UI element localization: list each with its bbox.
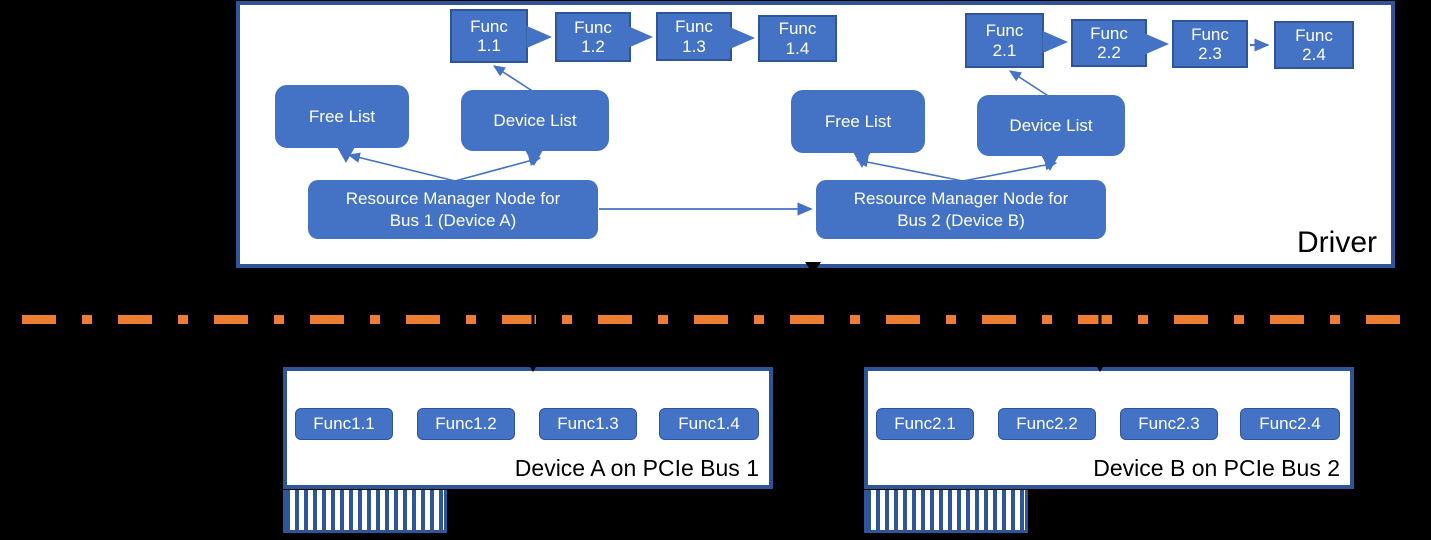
driver-func-1-1[interactable]: Func 1.1 xyxy=(450,9,528,63)
driver-func-2-4[interactable]: Func 2.4 xyxy=(1274,21,1354,69)
bus1-device-list-label: Device List xyxy=(493,110,577,130)
driver-func-2-1[interactable]: Func 2.1 xyxy=(965,13,1044,68)
bubble-tail xyxy=(853,152,871,168)
device-a-func-2[interactable]: Func1.2 xyxy=(417,408,515,440)
hardware-boundary-separator xyxy=(22,315,1420,324)
bus2-free-list-node[interactable]: Free List xyxy=(791,90,925,168)
bubble-tail xyxy=(1041,155,1059,171)
bus1-free-list-node[interactable]: Free List xyxy=(275,85,409,163)
resource-manager-node-bus1[interactable]: Resource Manager Node for Bus 1 (Device … xyxy=(308,180,598,239)
device-a-func-4[interactable]: Func1.4 xyxy=(659,408,759,440)
bus2-device-list-label: Device List xyxy=(1009,115,1093,135)
device-b-pcie-edge-connector xyxy=(864,490,1028,533)
driver-label: Driver xyxy=(1297,226,1377,259)
device-b-func-1[interactable]: Func2.1 xyxy=(876,408,974,440)
device-a-func-3[interactable]: Func1.3 xyxy=(539,408,637,440)
bus1-device-list-node[interactable]: Device List xyxy=(461,90,609,166)
bus1-free-list-label: Free List xyxy=(308,106,376,126)
resource-manager-node-bus2[interactable]: Resource Manager Node for Bus 2 (Device … xyxy=(816,180,1106,239)
device-a-label: Device A on PCIe Bus 1 xyxy=(514,454,759,481)
driver-func-2-2[interactable]: Func 2.2 xyxy=(1071,19,1147,67)
bubble-tail xyxy=(525,150,543,166)
device-a-pcie-edge-connector xyxy=(283,490,447,533)
bubble-tail xyxy=(337,147,355,163)
driver-func-1-4[interactable]: Func 1.4 xyxy=(758,15,837,62)
driver-func-1-3[interactable]: Func 1.3 xyxy=(656,12,732,61)
device-b-func-3[interactable]: Func2.3 xyxy=(1120,408,1218,440)
device-b-label: Device B on PCIe Bus 2 xyxy=(1093,454,1340,481)
bus2-free-list-label: Free List xyxy=(824,111,892,131)
diagram-canvas: Driver Func 1.1 Func 1.2 Func 1.3 Func 1… xyxy=(0,0,1431,540)
device-b-func-4[interactable]: Func2.4 xyxy=(1240,408,1340,440)
device-a-func-1[interactable]: Func1.1 xyxy=(295,408,393,440)
driver-func-2-3[interactable]: Func 2.3 xyxy=(1172,20,1248,68)
bus2-device-list-node[interactable]: Device List xyxy=(977,95,1125,171)
driver-func-1-2[interactable]: Func 1.2 xyxy=(555,12,631,62)
device-b-func-2[interactable]: Func2.2 xyxy=(998,408,1096,440)
